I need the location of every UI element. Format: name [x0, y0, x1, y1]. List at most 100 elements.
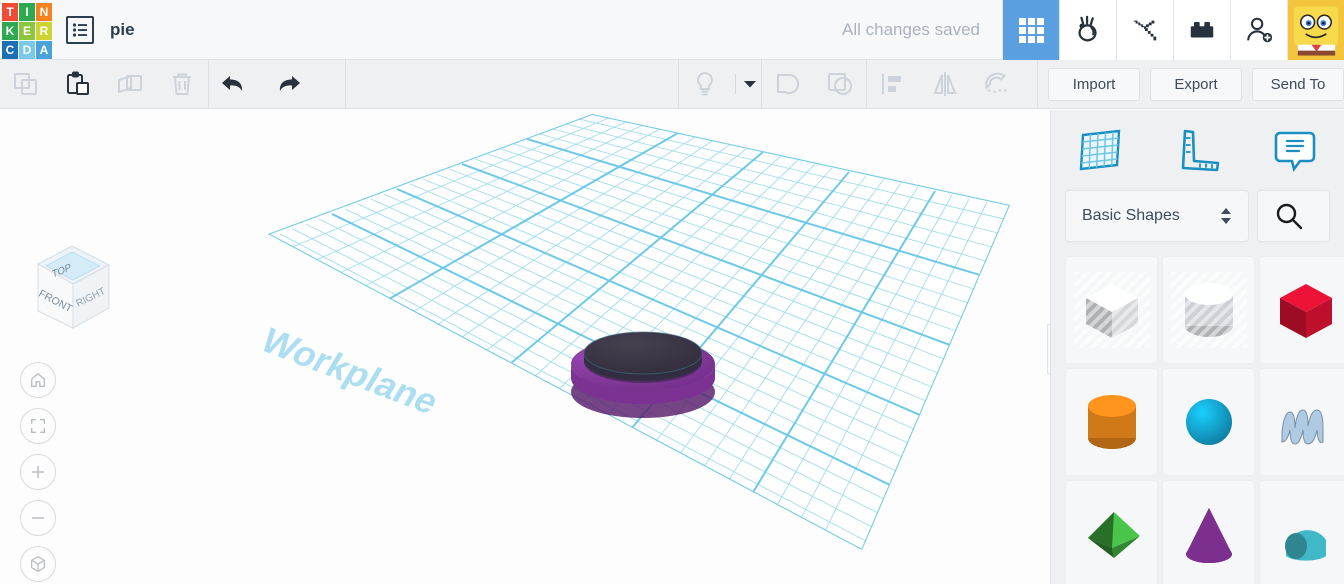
- redo-icon: [279, 76, 300, 91]
- workplane-watermark: Workplane: [254, 320, 446, 421]
- notes-icon: [1274, 131, 1316, 172]
- app-header: TINKERCDA pie All changes saved: [0, 0, 1344, 60]
- logo-tile-c: C: [2, 40, 18, 59]
- group-icon: [777, 73, 800, 94]
- import-button[interactable]: Import: [1048, 67, 1140, 101]
- fit-view-button[interactable]: [20, 408, 56, 444]
- chevron-down-icon: [744, 81, 756, 88]
- divider: [735, 74, 736, 94]
- zoom-out-button[interactable]: [20, 500, 56, 536]
- grid-apps-icon: [1018, 17, 1044, 43]
- snap-magnet-button[interactable]: [971, 60, 1023, 109]
- send-to-button[interactable]: Send To: [1252, 67, 1344, 101]
- project-title[interactable]: pie: [110, 20, 135, 40]
- mirror-icon: [933, 72, 957, 96]
- perspective-toggle-button[interactable]: [20, 546, 56, 582]
- shape-cylinder-hole[interactable]: [1162, 256, 1255, 364]
- invite-person-icon: [1247, 17, 1273, 43]
- magnet-snap-icon: [985, 72, 1008, 93]
- tinkercad-logo[interactable]: TINKERCDA: [2, 2, 52, 59]
- delete-button[interactable]: [156, 60, 208, 109]
- undo-icon: [222, 76, 243, 91]
- panel-controls: Basic Shapes: [1051, 190, 1344, 242]
- nav-lego-button[interactable]: [1173, 0, 1230, 60]
- shapes-panel: Basic Shapes: [1050, 110, 1344, 584]
- shape-roof-teal[interactable]: [1259, 480, 1344, 584]
- paste-button[interactable]: [52, 60, 104, 109]
- project-list-button[interactable]: [66, 15, 94, 44]
- workplane-scene[interactable]: Workplane: [0, 110, 1050, 584]
- toolbar-separator: [1037, 59, 1038, 109]
- shape-search-button[interactable]: [1256, 190, 1330, 242]
- home-icon: [31, 372, 45, 387]
- paste-icon: [67, 71, 89, 95]
- mirror-button[interactable]: [919, 60, 971, 109]
- logo-tile-n: N: [36, 2, 52, 21]
- user-avatar[interactable]: [1287, 0, 1344, 60]
- view-cube[interactable]: TOP FRONT RIGHT: [16, 232, 124, 342]
- panel-top-icons: [1051, 110, 1344, 190]
- light-dropdown-button[interactable]: [731, 60, 761, 109]
- chevron-updown-icon: [1220, 208, 1231, 224]
- shape-cylinder-orange[interactable]: [1065, 368, 1158, 476]
- ruler-icon: [1181, 129, 1219, 172]
- redo-button[interactable]: [261, 60, 313, 109]
- header-right: All changes saved: [820, 0, 1344, 60]
- nav-minecraft-button[interactable]: [1116, 0, 1173, 60]
- shape-pyramid-green[interactable]: [1065, 480, 1158, 584]
- avatar-image: [1288, 0, 1344, 60]
- duplicate-button[interactable]: [104, 60, 156, 109]
- pickaxe-icon: [1133, 20, 1157, 41]
- tinkercad-hand-icon: [1078, 15, 1097, 42]
- toolbar-separator: [345, 59, 346, 109]
- shape-category-value: Basic Shapes: [1082, 207, 1180, 224]
- perspective-cube-icon: [31, 555, 45, 573]
- nav-3d-design-button[interactable]: [1002, 0, 1059, 60]
- shape-box-red[interactable]: [1259, 256, 1344, 364]
- ruler-tool-button[interactable]: [1149, 110, 1247, 190]
- copy-button[interactable]: [0, 60, 52, 109]
- export-button[interactable]: Export: [1150, 67, 1242, 101]
- search-icon: [1276, 203, 1302, 230]
- ungroup-button[interactable]: [814, 60, 866, 109]
- duplicate-icon: [118, 74, 142, 94]
- shape-cone-purple[interactable]: [1162, 480, 1255, 584]
- home-view-button[interactable]: [20, 362, 56, 398]
- view-controls: [20, 362, 56, 584]
- logo-tile-t: T: [2, 2, 18, 21]
- nav-invite-button[interactable]: [1230, 0, 1287, 60]
- light-bulb-icon: [697, 71, 713, 96]
- ungroup-icon: [828, 73, 852, 95]
- undo-button[interactable]: [209, 60, 261, 109]
- shape-sphere-blue[interactable]: [1162, 368, 1255, 476]
- design-canvas[interactable]: Workplane TOP FRONT RIGHT: [0, 110, 1050, 584]
- logo-tile-k: K: [2, 21, 18, 40]
- plus-icon: [31, 465, 45, 479]
- align-button[interactable]: [867, 60, 919, 109]
- notes-tool-button[interactable]: [1246, 110, 1344, 190]
- group-button[interactable]: [762, 60, 814, 109]
- shape-box-hole[interactable]: [1065, 256, 1158, 364]
- copy-icon: [14, 73, 37, 95]
- lego-brick-icon: [1190, 22, 1214, 38]
- align-icon: [882, 74, 901, 94]
- zoom-in-button[interactable]: [20, 454, 56, 490]
- header-left: TINKERCDA pie: [0, 0, 135, 59]
- logo-tile-e: E: [19, 21, 35, 40]
- edit-toolbar: Import Export Send To: [0, 59, 1344, 109]
- workplane-icon: [1079, 129, 1121, 171]
- pie-shape[interactable]: [571, 331, 715, 418]
- nav-circuits-button[interactable]: [1059, 0, 1116, 60]
- tinkercad-app: TINKERCDA pie All changes saved Import E…: [0, 0, 1344, 584]
- fit-view-icon: [30, 418, 46, 434]
- minus-icon: [31, 517, 45, 519]
- list-icon: [72, 22, 87, 37]
- logo-tile-r: R: [36, 21, 52, 40]
- shape-scribble[interactable]: [1259, 368, 1344, 476]
- logo-tile-d: D: [19, 40, 35, 59]
- shape-category-select[interactable]: Basic Shapes: [1065, 190, 1249, 242]
- light-bulb-button[interactable]: [679, 60, 731, 109]
- logo-tile-i: I: [19, 2, 35, 21]
- trash-icon: [173, 73, 191, 95]
- workplane-tool-button[interactable]: [1051, 110, 1149, 190]
